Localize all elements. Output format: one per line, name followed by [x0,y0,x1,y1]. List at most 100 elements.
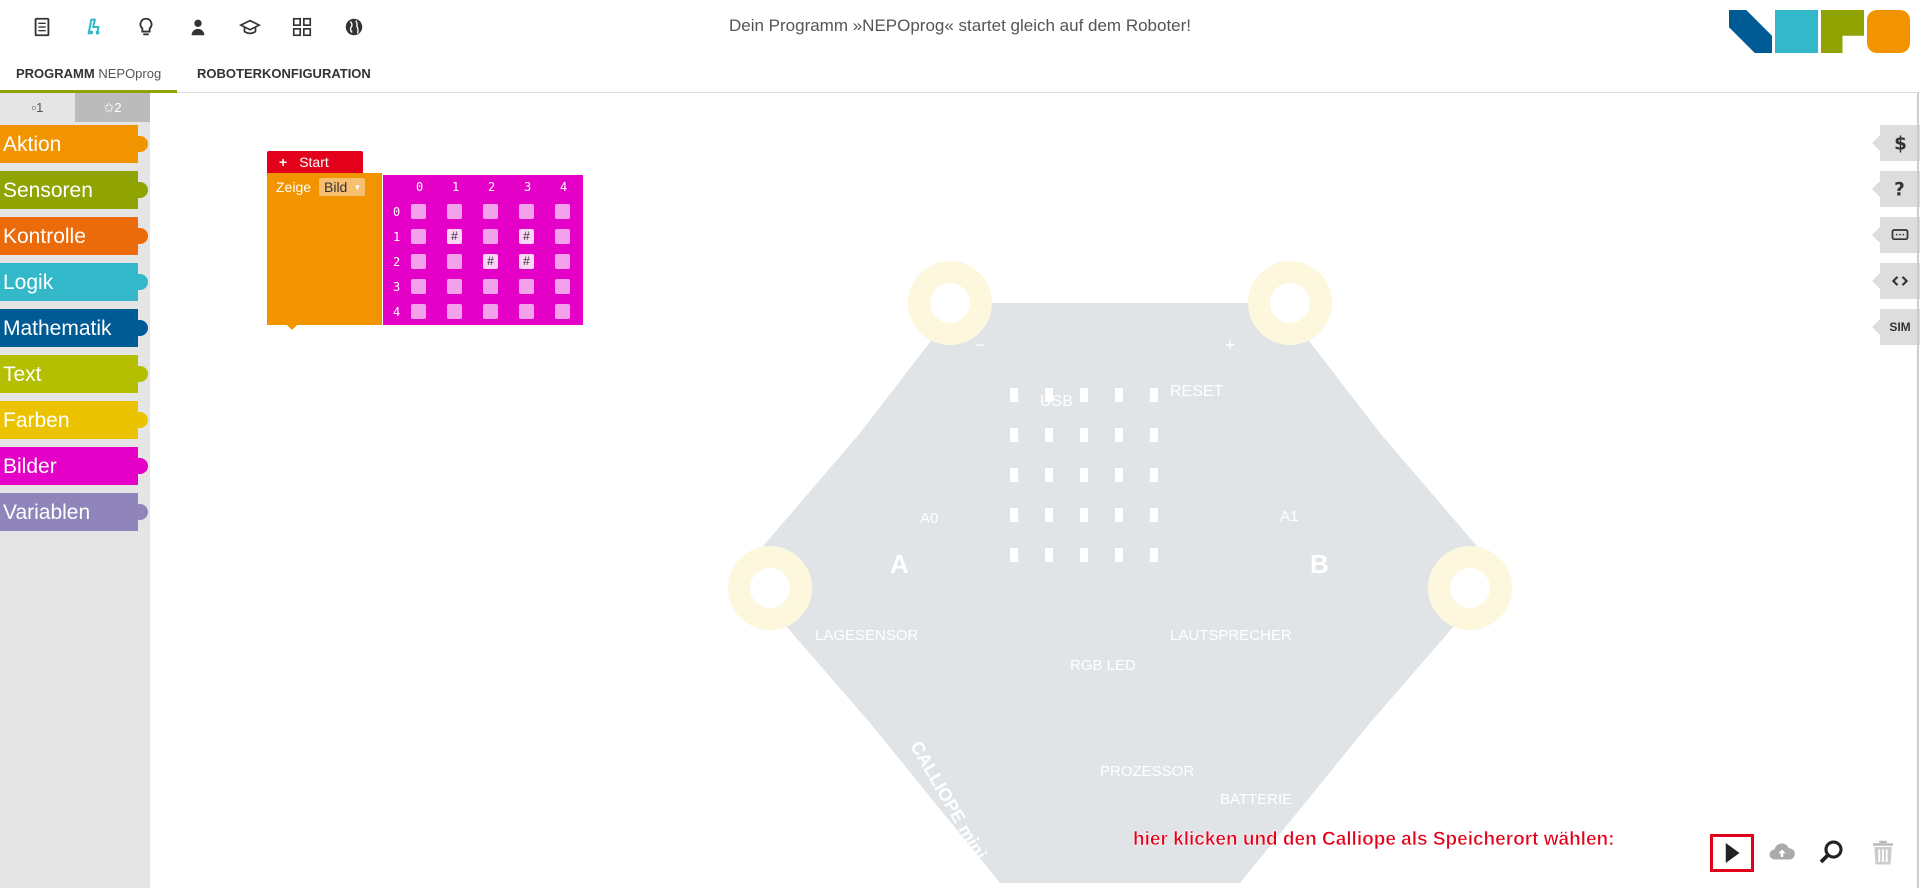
image-block[interactable]: 0 1 2 3 4 0 1 2 3 4 # # # # [383,175,583,325]
category-logik[interactable]: Logik [0,263,148,301]
category-kontrolle[interactable]: Kontrolle [0,217,148,255]
batterie-label: BATTERIE [1220,791,1292,808]
grid-row-3: 3 [393,280,401,294]
led-cell-0-2[interactable] [483,204,498,219]
side-tab-help[interactable]: ? [1872,171,1920,207]
category-mathematik[interactable]: Mathematik [0,309,148,347]
led-cell-3-4[interactable] [555,279,570,294]
level-2-tab[interactable]: ✩2 [75,93,150,122]
side-tab-code[interactable] [1872,263,1920,299]
minus-label: − [975,335,986,355]
led-cell-1-4[interactable] [555,229,570,244]
led-cell-2-3[interactable]: # [519,254,534,269]
status-message: Dein Programm »NEPOprog« startet gleich … [728,16,1192,35]
led-cell-3-1[interactable] [447,279,462,294]
start-block[interactable]: + Start [267,151,363,173]
usb-label: USB [1040,393,1073,410]
tab-robot-configuration[interactable]: ROBOTERKONFIGURATION [181,55,387,93]
category-bilder[interactable]: Bilder [0,447,148,485]
level-1-tab[interactable]: ▫1 [0,93,75,122]
led-cell-2-0[interactable] [411,254,426,269]
led-cell-0-3[interactable] [519,204,534,219]
button-a-label: A [890,549,909,579]
logo-block-n [1729,10,1772,53]
led-cell-1-3[interactable]: # [519,229,534,244]
svg-text:$: $ [1894,134,1907,153]
nepo-logo[interactable] [1729,10,1910,53]
grid-col-4: 4 [560,180,568,194]
led-cell-4-2[interactable] [483,304,498,319]
grid-col-3: 3 [524,180,532,194]
led-cell-1-1[interactable]: # [447,229,462,244]
toolbox: ▫1 ✩2 Aktion Sensoren Kontrolle Logik Ma… [0,93,150,888]
reset-label: RESET [1170,383,1224,400]
level-tabs: ▫1 ✩2 [0,93,150,122]
pin-0-label: 0 [800,660,808,676]
grid-row-1: 1 [393,230,401,244]
led-cell-4-4[interactable] [555,304,570,319]
category-sensoren[interactable]: Sensoren [0,171,148,209]
dollar-icon: $ [1894,134,1907,153]
tab-program-label: PROGRAMM [16,66,95,81]
trash-icon [1873,840,1893,865]
a0-label: A0 [920,510,938,527]
cloud-upload-button[interactable] [1764,834,1800,870]
led-cell-3-3[interactable] [519,279,534,294]
run-icon [1725,843,1740,863]
led-cell-4-3[interactable] [519,304,534,319]
svg-text:?: ? [1894,180,1905,199]
show-type-value: Bild [324,179,348,195]
a1-label: A1 [1280,508,1298,525]
calliope-board-background: USB RESET A0 A1 A B LAGESENSOR LAUTSPREC… [728,261,1512,888]
category-aktion[interactable]: Aktion [0,125,148,163]
logo-block-o [1867,10,1910,53]
button-b-label: B [1310,549,1329,579]
block-connector [287,325,297,330]
show-block[interactable]: Zeige Bild ▼ [267,173,382,325]
zoom-button[interactable] [1813,834,1849,870]
dropdown-arrow-icon: ▼ [353,183,362,193]
tab-bar: PROGRAMM NEPOprog ROBOTERKONFIGURATION [0,55,1920,93]
help-icon: ? [1894,180,1905,199]
led-cell-0-4[interactable] [555,204,570,219]
run-on-robot-button[interactable] [1710,834,1754,872]
tab-program-name: NEPOprog [98,66,162,81]
zoom-icon [1819,840,1843,864]
start-label: Start [299,154,329,170]
prozessor-label: PROZESSOR [1100,763,1194,780]
logo-block-e [1775,10,1818,53]
side-tab-info[interactable] [1872,217,1920,253]
led-cell-2-2[interactable]: # [483,254,498,269]
grid-col-2: 2 [488,180,496,194]
led-cell-2-1[interactable] [447,254,462,269]
side-tab-pricing[interactable]: $ [1872,125,1920,161]
led-cell-4-1[interactable] [447,304,462,319]
category-farben[interactable]: Farben [0,401,148,439]
led-cell-0-0[interactable] [411,204,426,219]
start-plus-icon[interactable]: + [279,154,287,170]
trash-button[interactable] [1865,834,1901,870]
led-cell-0-1[interactable] [447,204,462,219]
top-bar: Dein Programm »NEPOprog« startet gleich … [0,0,1920,55]
lagesensor-label: LAGESENSOR [815,627,919,644]
save-hint: hier klicken und den Calliope als Speich… [1133,829,1615,851]
category-text[interactable]: Text [0,355,148,393]
blockly-workspace[interactable]: USB RESET A0 A1 A B LAGESENSOR LAUTSPREC… [150,93,1920,888]
led-cell-3-2[interactable] [483,279,498,294]
side-tab-sim[interactable]: SIM [1872,309,1920,345]
grid-col-0: 0 [416,180,424,194]
tab-program[interactable]: PROGRAMM NEPOprog [0,55,178,93]
led-cell-1-2[interactable] [483,229,498,244]
rgb-led-label: RGB LED [1070,657,1136,674]
scrollbar[interactable] [1917,93,1919,888]
grid-row-0: 0 [393,205,401,219]
led-cell-3-0[interactable] [411,279,426,294]
led-cell-4-0[interactable] [411,304,426,319]
logo-block-p [1821,10,1864,53]
led-cell-2-4[interactable] [555,254,570,269]
category-variablen[interactable]: Variablen [0,493,148,531]
grid-col-1: 1 [452,180,460,194]
show-type-dropdown[interactable]: Bild ▼ [319,178,366,196]
led-cell-1-0[interactable] [411,229,426,244]
lautsprecher-label: LAUTSPRECHER [1170,627,1292,644]
